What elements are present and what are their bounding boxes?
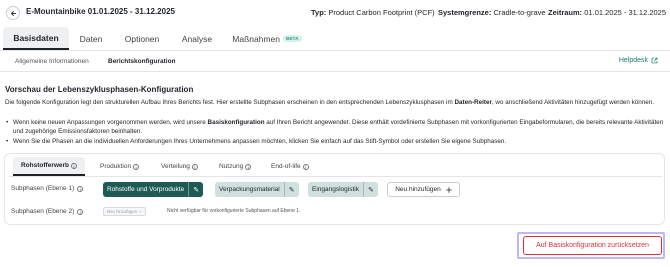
subphase-chip-verpackungsmaterial[interactable]: Verpackungsmaterial ✎ [215,182,299,197]
info-icon: i [77,208,84,215]
phase-tab-end-of-life[interactable]: End-of-life i [271,157,309,176]
info-bullet: Wenn keine neuen Anpassungen vorgenommen… [5,118,665,137]
edit-pencil-icon[interactable]: ✎ [362,182,378,197]
phase-tab-produktion[interactable]: Produktion i [100,157,140,176]
add-subphase-level1-button[interactable]: Neu hinzufügen [387,182,460,197]
reset-to-base-config-button[interactable]: Auf Basiskonfiguration zurücksetzen [523,236,662,255]
edit-pencil-icon[interactable]: ✎ [283,182,299,197]
main-tabs: Basisdaten Daten Optionen Analyse Maßnah… [0,27,670,51]
section-title: Vorschau der Lebenszyklusphasen-Konfigur… [5,85,194,94]
phase-tabs: Rohstofferwerb i Produktion i Verteilung i … [9,157,662,177]
report-title: E-Mountainbike 01.01.2025 - 31.12.2025 [26,7,175,16]
info-icon: i [133,163,140,170]
edit-pencil-icon[interactable]: ✎ [188,182,203,197]
back-button[interactable] [6,6,20,20]
subtab-allgemeine-informationen[interactable]: Allgemeine Informationen [15,58,89,65]
phase-tab-rohstofferwerb[interactable]: Rohstofferwerb i [13,157,85,176]
subphase-chip-eingangslogistik[interactable]: Eingangslogistik ✎ [308,182,378,197]
external-link-icon [651,57,658,64]
plus-icon [445,186,452,193]
report-header: E-Mountainbike 01.01.2025 - 31.12.2025 T… [0,0,670,26]
tab-optionen[interactable]: Optionen [119,27,165,50]
add-subphase-level2-button-disabled: Neu hinzufügen + [103,207,146,216]
phase-tab-verteilung[interactable]: Verteilung i [161,157,198,176]
arrow-left-icon [10,10,16,16]
info-icon: i [191,163,198,170]
beta-badge: BETA [283,35,302,42]
helpdesk-link[interactable]: Helpdesk [619,57,658,64]
section-description: Die folgende Konfiguration legt den stru… [5,99,654,106]
tab-basisdaten[interactable]: Basisdaten [3,27,69,50]
info-icon: i [71,162,78,169]
info-bullet: Wenn Sie die Phasen an die individuellen… [5,137,665,147]
level1-label: Subphasen (Ebene 1) i [11,185,84,192]
info-icon: i [245,163,252,170]
tab-massnahmen[interactable]: Maßnahmen BETA [229,27,305,50]
lifecycle-config-card: Rohstofferwerb i Produktion i Verteilung i … [4,153,665,225]
tab-daten[interactable]: Daten [70,27,112,50]
meta-system-boundary: Systemgrenze: Cradle-to-grave [438,8,546,17]
info-bullets: Wenn keine neuen Anpassungen vorgenommen… [5,118,665,147]
level2-note: Nicht verfügbar für vorkonfigurierte Sub… [167,208,301,214]
subphase-chip-rohstoffe[interactable]: Rohstoffe und Vorprodukte ✎ [103,182,204,197]
info-icon: i [77,185,84,192]
meta-period: Zeitraum: 01.01.2025 - 31.12.2025 [548,8,667,17]
level2-label: Subphasen (Ebene 2) i [11,208,84,215]
meta-type: Typ: Product Carbon Footprint (PCF) [311,8,435,17]
info-icon: i [302,163,309,170]
plus-icon: + [139,209,142,214]
tab-analyse[interactable]: Analyse [175,27,219,50]
phase-tab-nutzung[interactable]: Nutzung i [219,157,252,176]
subtab-berichtskonfiguration[interactable]: Berichtskonfiguration [108,58,176,65]
sub-tabs: Allgemeine Informationen Berichtskonfigu… [0,52,670,72]
